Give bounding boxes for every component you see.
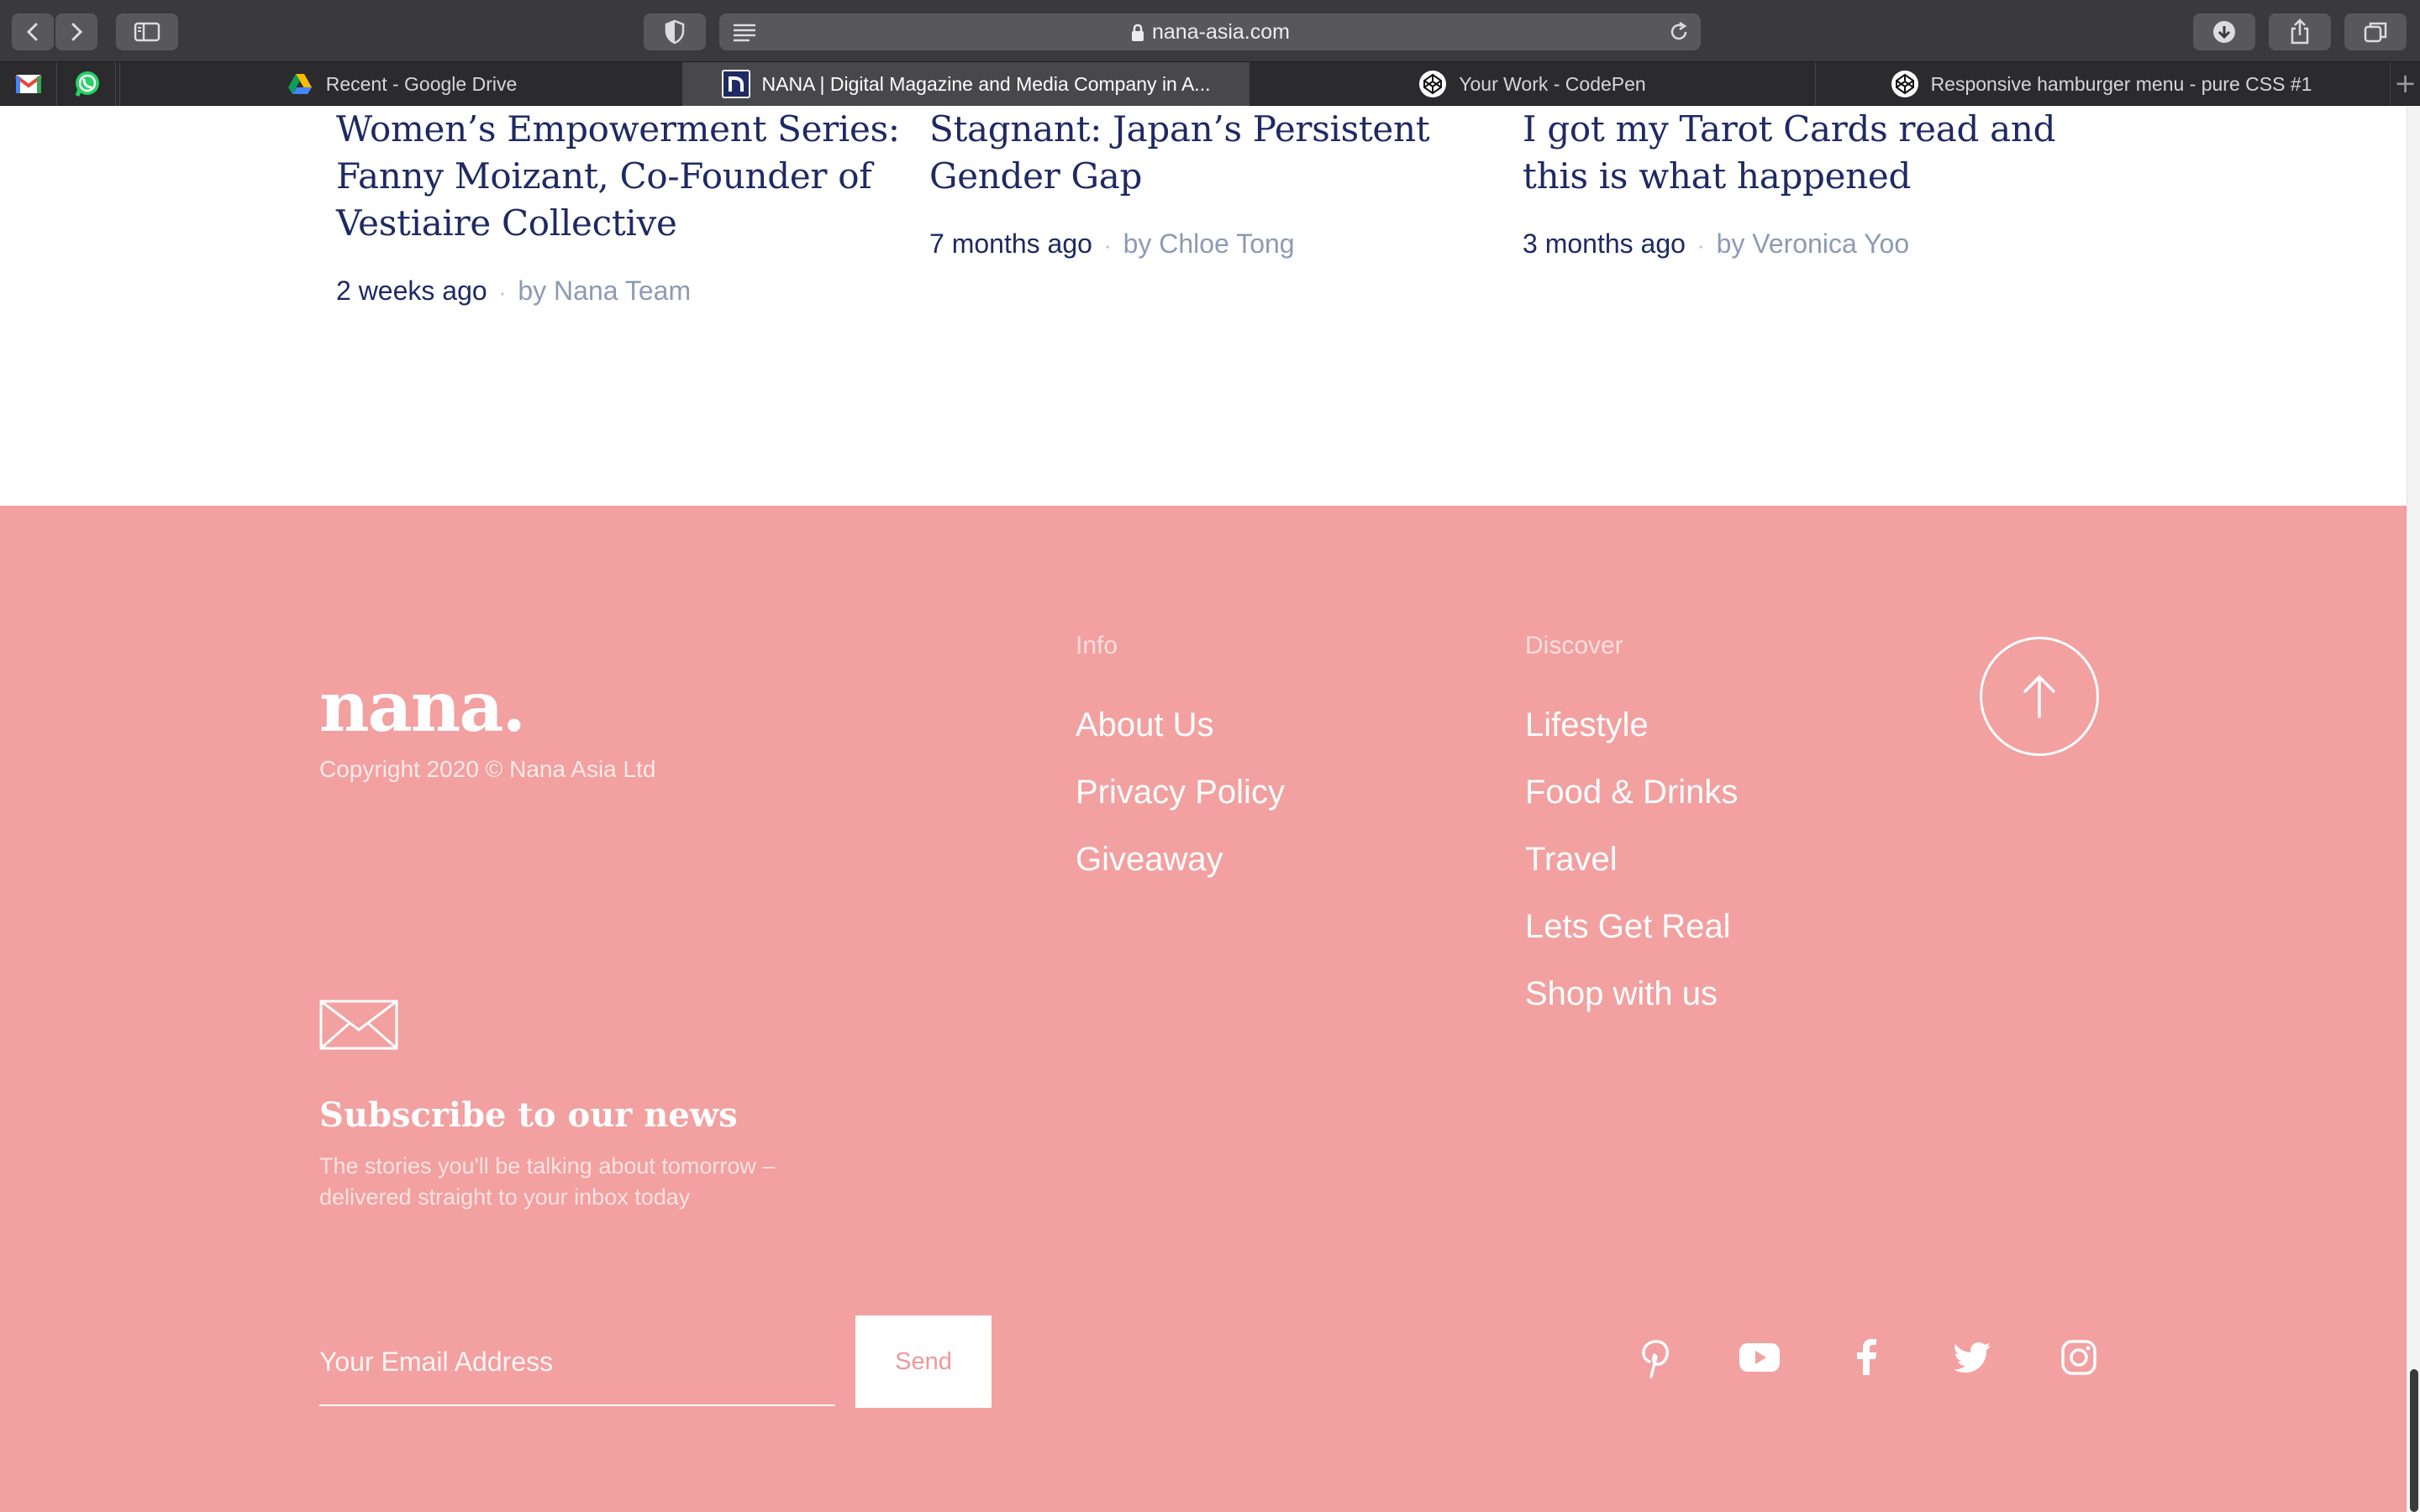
footer-link-lets-get-real[interactable]: Lets Get Real — [1525, 906, 1738, 973]
forward-button[interactable] — [55, 13, 97, 50]
youtube-icon — [1739, 1343, 1780, 1372]
meta-separator: · — [1103, 233, 1112, 258]
article-meta: 2 weeks ago · by Nana Team — [336, 276, 908, 307]
twitter-link[interactable] — [1949, 1334, 1996, 1381]
privacy-report-button[interactable] — [644, 13, 706, 50]
related-articles: Women’s Empowerment Series: Fanny Moizan… — [0, 106, 2407, 506]
pinterest-icon — [1642, 1340, 1669, 1378]
address-bar[interactable]: nana-asia.com — [719, 13, 1701, 50]
browser-toolbar: nana-asia.com — [0, 0, 2420, 62]
meta-separator: · — [498, 280, 507, 305]
article-time: 2 weeks ago — [336, 276, 487, 306]
envelope-icon — [319, 1000, 398, 1050]
article-time: 3 months ago — [1523, 228, 1686, 259]
codepen-icon — [1891, 70, 1919, 98]
url-display: nana-asia.com — [719, 13, 1701, 50]
tab-codepen-hamburger[interactable]: Responsive hamburger menu - pure CSS #1 — [1815, 62, 2386, 106]
pinned-tab-gmail[interactable] — [0, 62, 57, 106]
footer-link-lifestyle[interactable]: Lifestyle — [1525, 704, 1738, 771]
site-footer: nana. Copyright 2020 © Nana Asia Ltd Inf… — [0, 506, 2407, 1512]
email-input[interactable] — [319, 1319, 835, 1406]
send-button[interactable]: Send — [855, 1315, 992, 1408]
whatsapp-icon — [75, 71, 99, 97]
codepen-icon — [1418, 70, 1447, 98]
tab-label: Recent - Google Drive — [325, 72, 518, 95]
facebook-link[interactable] — [1843, 1334, 1890, 1381]
footer-link-about-us[interactable]: About Us — [1076, 704, 1285, 771]
scrollbar-thumb[interactable] — [2410, 1369, 2418, 1512]
back-button[interactable] — [12, 13, 54, 50]
url-text: nana-asia.com — [1152, 20, 1290, 44]
article-card[interactable]: Stagnant: Japan’s Persistent Gender Gap … — [929, 106, 1501, 260]
article-meta: 3 months ago · by Veronica Yoo — [1523, 228, 2094, 260]
back-to-top-button[interactable] — [1980, 637, 2099, 756]
tab-codepen-work[interactable]: Your Work - CodePen — [1249, 62, 1815, 106]
sidebar-icon — [134, 22, 160, 42]
gmail-icon — [14, 75, 42, 93]
article-title[interactable]: Women’s Empowerment Series: Fanny Moizan… — [336, 106, 908, 247]
article-card[interactable]: Women’s Empowerment Series: Fanny Moizan… — [336, 106, 908, 307]
article-author[interactable]: by Nana Team — [518, 276, 691, 306]
nana-favicon-icon — [721, 70, 750, 98]
footer-link-giveaway[interactable]: Giveaway — [1076, 838, 1285, 906]
tab-overview-button[interactable] — [2344, 13, 2407, 50]
downloads-button[interactable] — [2193, 13, 2255, 50]
lock-icon — [1132, 24, 1144, 42]
pinterest-link[interactable] — [1631, 1334, 1678, 1381]
article-card[interactable]: I got my Tarot Cards read and this is wh… — [1523, 106, 2094, 260]
article-meta: 7 months ago · by Chloe Tong — [929, 228, 1501, 260]
youtube-link[interactable] — [1736, 1334, 1783, 1381]
meta-separator: · — [1697, 233, 1705, 258]
shield-icon — [665, 19, 685, 45]
download-icon — [2213, 21, 2235, 43]
share-button[interactable] — [2269, 13, 2331, 50]
article-title[interactable]: Stagnant: Japan’s Persistent Gender Gap — [929, 106, 1501, 200]
article-author[interactable]: by Veronica Yoo — [1717, 228, 1910, 259]
copyright-text: Copyright 2020 © Nana Asia Ltd — [319, 756, 656, 782]
footer-link-travel[interactable]: Travel — [1525, 838, 1738, 906]
discover-heading: Discover — [1525, 632, 1623, 659]
sidebar-toggle-button[interactable] — [116, 13, 178, 50]
info-heading: Info — [1076, 632, 1118, 659]
tab-bar: Recent - Google Drive NANA | Digital Mag… — [0, 62, 2420, 106]
pinned-tab-whatsapp[interactable] — [59, 62, 116, 106]
subscribe-description: The stories you'll be talking about tomo… — [319, 1153, 776, 1210]
arrow-up-icon — [2023, 675, 2055, 718]
tab-nana[interactable]: NANA | Digital Magazine and Media Compan… — [682, 62, 1249, 106]
instagram-link[interactable] — [2055, 1334, 2102, 1381]
instagram-icon — [2061, 1340, 2096, 1375]
google-drive-icon — [286, 70, 314, 98]
tab-label: Your Work - CodePen — [1459, 72, 1646, 95]
facebook-icon — [1857, 1339, 1876, 1375]
footer-link-food-drinks[interactable]: Food & Drinks — [1525, 771, 1738, 838]
new-tab-button[interactable]: + — [2390, 62, 2420, 106]
tab-google-drive[interactable]: Recent - Google Drive — [119, 62, 682, 106]
reload-icon[interactable] — [1667, 20, 1691, 44]
share-icon — [2291, 18, 2309, 45]
discover-links: Lifestyle Food & Drinks Travel Lets Get … — [1525, 704, 1738, 1040]
info-links: About Us Privacy Policy Giveaway — [1076, 704, 1285, 906]
article-author[interactable]: by Chloe Tong — [1123, 228, 1295, 259]
article-time: 7 months ago — [929, 228, 1092, 259]
twitter-icon — [1954, 1342, 1991, 1373]
article-title[interactable]: I got my Tarot Cards read and this is wh… — [1523, 106, 2094, 200]
footer-link-shop-with-us[interactable]: Shop with us — [1525, 973, 1738, 1040]
tabs-icon — [2364, 22, 2387, 43]
brand-logo[interactable]: nana. — [319, 667, 526, 748]
chevron-right-icon — [71, 23, 83, 41]
chevron-left-icon — [26, 23, 38, 41]
page-scrollbar[interactable] — [2407, 106, 2420, 1512]
footer-link-privacy-policy[interactable]: Privacy Policy — [1076, 771, 1285, 838]
subscribe-title: Subscribe to our news — [319, 1095, 738, 1135]
tab-label: Responsive hamburger menu - pure CSS #1 — [1930, 72, 2312, 95]
tab-label: NANA | Digital Magazine and Media Compan… — [761, 72, 1211, 95]
